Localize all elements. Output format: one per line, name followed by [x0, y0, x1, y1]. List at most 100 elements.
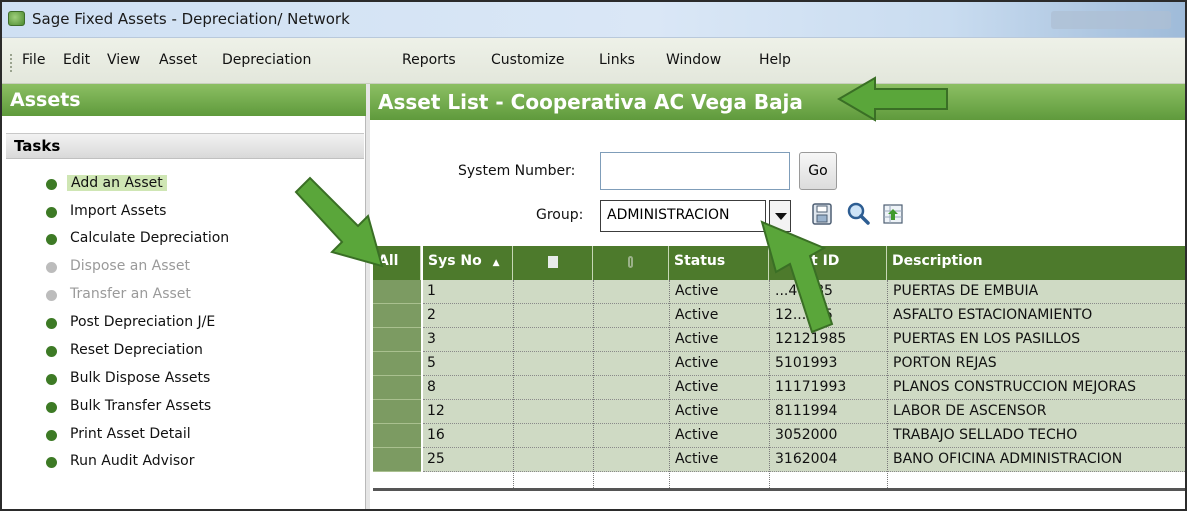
- cell-status: Active: [675, 427, 719, 443]
- cell-sys-no: 16: [427, 427, 445, 443]
- search-icon[interactable]: [846, 201, 870, 227]
- row-selector[interactable]: [373, 376, 421, 400]
- cell-status: Active: [675, 379, 719, 395]
- cell-status: Active: [675, 283, 719, 299]
- bullet-icon: [46, 262, 57, 273]
- task-label: Calculate Depreciation: [70, 230, 230, 246]
- cell-status: Active: [675, 355, 719, 371]
- window-title: Sage Fixed Assets - Depreciation/ Networ…: [32, 10, 350, 28]
- cell-sys-no: 1: [427, 283, 436, 299]
- task-label: Dispose an Asset: [70, 258, 190, 274]
- cell-status: Active: [675, 331, 719, 347]
- column-separator: [669, 280, 670, 490]
- row-selector[interactable]: [373, 424, 421, 448]
- task-label: Post Depreciation J/E: [70, 314, 216, 330]
- menu-view[interactable]: View: [107, 52, 140, 68]
- go-button[interactable]: Go: [799, 152, 837, 190]
- cell-sys-no: 5: [427, 355, 436, 371]
- column-label: Sys No: [428, 253, 482, 269]
- cell-description: PLANOS CONSTRUCCION MEJORAS: [893, 379, 1136, 395]
- cell-asset-id: 3052000: [775, 427, 838, 443]
- column-separator: [887, 280, 888, 490]
- cell-status: Active: [675, 307, 719, 323]
- column-separator: [593, 280, 594, 490]
- app-window: Sage Fixed Assets - Depreciation/ Networ…: [0, 0, 1187, 511]
- cell-description: ASFALTO ESTACIONAMIENTO: [893, 307, 1093, 323]
- cell-description: BANO OFICINA ADMINISTRACION: [893, 451, 1123, 467]
- cell-sys-no: 3: [427, 331, 436, 347]
- cell-sys-no: 2: [427, 307, 436, 323]
- tasks-header[interactable]: Tasks: [6, 133, 364, 159]
- table-row[interactable]: 25 Active 3162004 BANO OFICINA ADMINISTR…: [373, 448, 1185, 472]
- bullet-icon: [46, 402, 57, 413]
- task-label: Bulk Dispose Assets: [70, 370, 211, 386]
- cell-description: PUERTAS DE EMBUIA: [893, 283, 1039, 299]
- table-row[interactable]: 5 Active 5101993 PORTON REJAS: [373, 352, 1185, 376]
- task-label: Import Assets: [70, 203, 167, 219]
- column-separator: [513, 280, 514, 490]
- bullet-icon: [46, 179, 57, 190]
- cell-asset-id: 3162004: [775, 451, 838, 467]
- app-logo-icon: [8, 11, 25, 26]
- bullet-icon: [46, 290, 57, 301]
- column-notes[interactable]: [513, 246, 593, 280]
- menu-depreciation[interactable]: Depreciation: [222, 52, 311, 68]
- bullet-icon: [46, 346, 57, 357]
- menu-asset[interactable]: Asset: [159, 52, 197, 68]
- menu-window[interactable]: Window: [666, 52, 721, 68]
- bullet-icon: [46, 430, 57, 441]
- asset-list-header: Asset List - Cooperativa AC Vega Baja: [370, 84, 1185, 120]
- cell-description: LABOR DE ASCENSOR: [893, 403, 1047, 419]
- column-description[interactable]: Description: [887, 246, 1185, 280]
- title-bar: Sage Fixed Assets - Depreciation/ Networ…: [2, 2, 1185, 38]
- title-bar-user-area: [1051, 11, 1171, 29]
- column-attachments[interactable]: [593, 246, 669, 280]
- group-label: Group:: [536, 207, 584, 223]
- row-selector[interactable]: [373, 448, 421, 472]
- system-number-label: System Number:: [458, 163, 576, 179]
- task-label: Transfer an Asset: [70, 286, 191, 302]
- menu-reports[interactable]: Reports: [402, 52, 456, 68]
- menu-file[interactable]: File: [22, 52, 45, 68]
- menu-edit[interactable]: Edit: [63, 52, 90, 68]
- task-label: Add an Asset: [67, 175, 167, 191]
- task-label: Run Audit Advisor: [70, 453, 195, 469]
- system-number-input[interactable]: [600, 152, 790, 190]
- table-row[interactable]: 8 Active 11171993 PLANOS CONSTRUCCION ME…: [373, 376, 1185, 400]
- table-row[interactable]: 12 Active 8111994 LABOR DE ASCENSOR: [373, 400, 1185, 424]
- table-row[interactable]: 16 Active 3052000 TRABAJO SELLADO TECHO: [373, 424, 1185, 448]
- task-label: Print Asset Detail: [70, 426, 191, 442]
- bullet-icon: [46, 207, 57, 218]
- export-icon[interactable]: [881, 201, 905, 227]
- bullet-icon: [46, 318, 57, 329]
- cell-sys-no: 12: [427, 403, 445, 419]
- bullet-icon: [46, 374, 57, 385]
- row-selector[interactable]: [373, 280, 421, 304]
- row-selector[interactable]: [373, 304, 421, 328]
- row-selector[interactable]: [373, 328, 421, 352]
- cell-status: Active: [675, 451, 719, 467]
- cell-description: PUERTAS EN LOS PASILLOS: [893, 331, 1081, 347]
- notes-icon: [547, 256, 558, 268]
- sort-ascending-icon: ▲: [492, 258, 500, 268]
- task-label: Bulk Transfer Assets: [70, 398, 212, 414]
- annotation-arrow-group: [760, 220, 834, 334]
- task-label: Reset Depreciation: [70, 342, 203, 358]
- menu-help[interactable]: Help: [759, 52, 791, 68]
- cell-description: PORTON REJAS: [893, 355, 997, 371]
- menu-grip-icon: [10, 54, 13, 72]
- bullet-icon: [46, 457, 57, 468]
- menu-bar: File Edit View Asset Depreciation Report…: [2, 38, 1185, 84]
- bullet-icon: [46, 234, 57, 245]
- annotation-arrow-header: [837, 76, 948, 122]
- cell-sys-no: 8: [427, 379, 436, 395]
- cell-sys-no: 25: [427, 451, 445, 467]
- row-selector[interactable]: [373, 400, 421, 424]
- row-selector[interactable]: [373, 352, 421, 376]
- menu-links[interactable]: Links: [599, 52, 635, 68]
- cell-asset-id: 8111994: [775, 403, 838, 419]
- cell-asset-id: 5101993: [775, 355, 838, 371]
- column-sys-no[interactable]: Sys No ▲: [423, 246, 513, 280]
- menu-customize[interactable]: Customize: [491, 52, 565, 68]
- cell-asset-id: 11171993: [775, 379, 847, 395]
